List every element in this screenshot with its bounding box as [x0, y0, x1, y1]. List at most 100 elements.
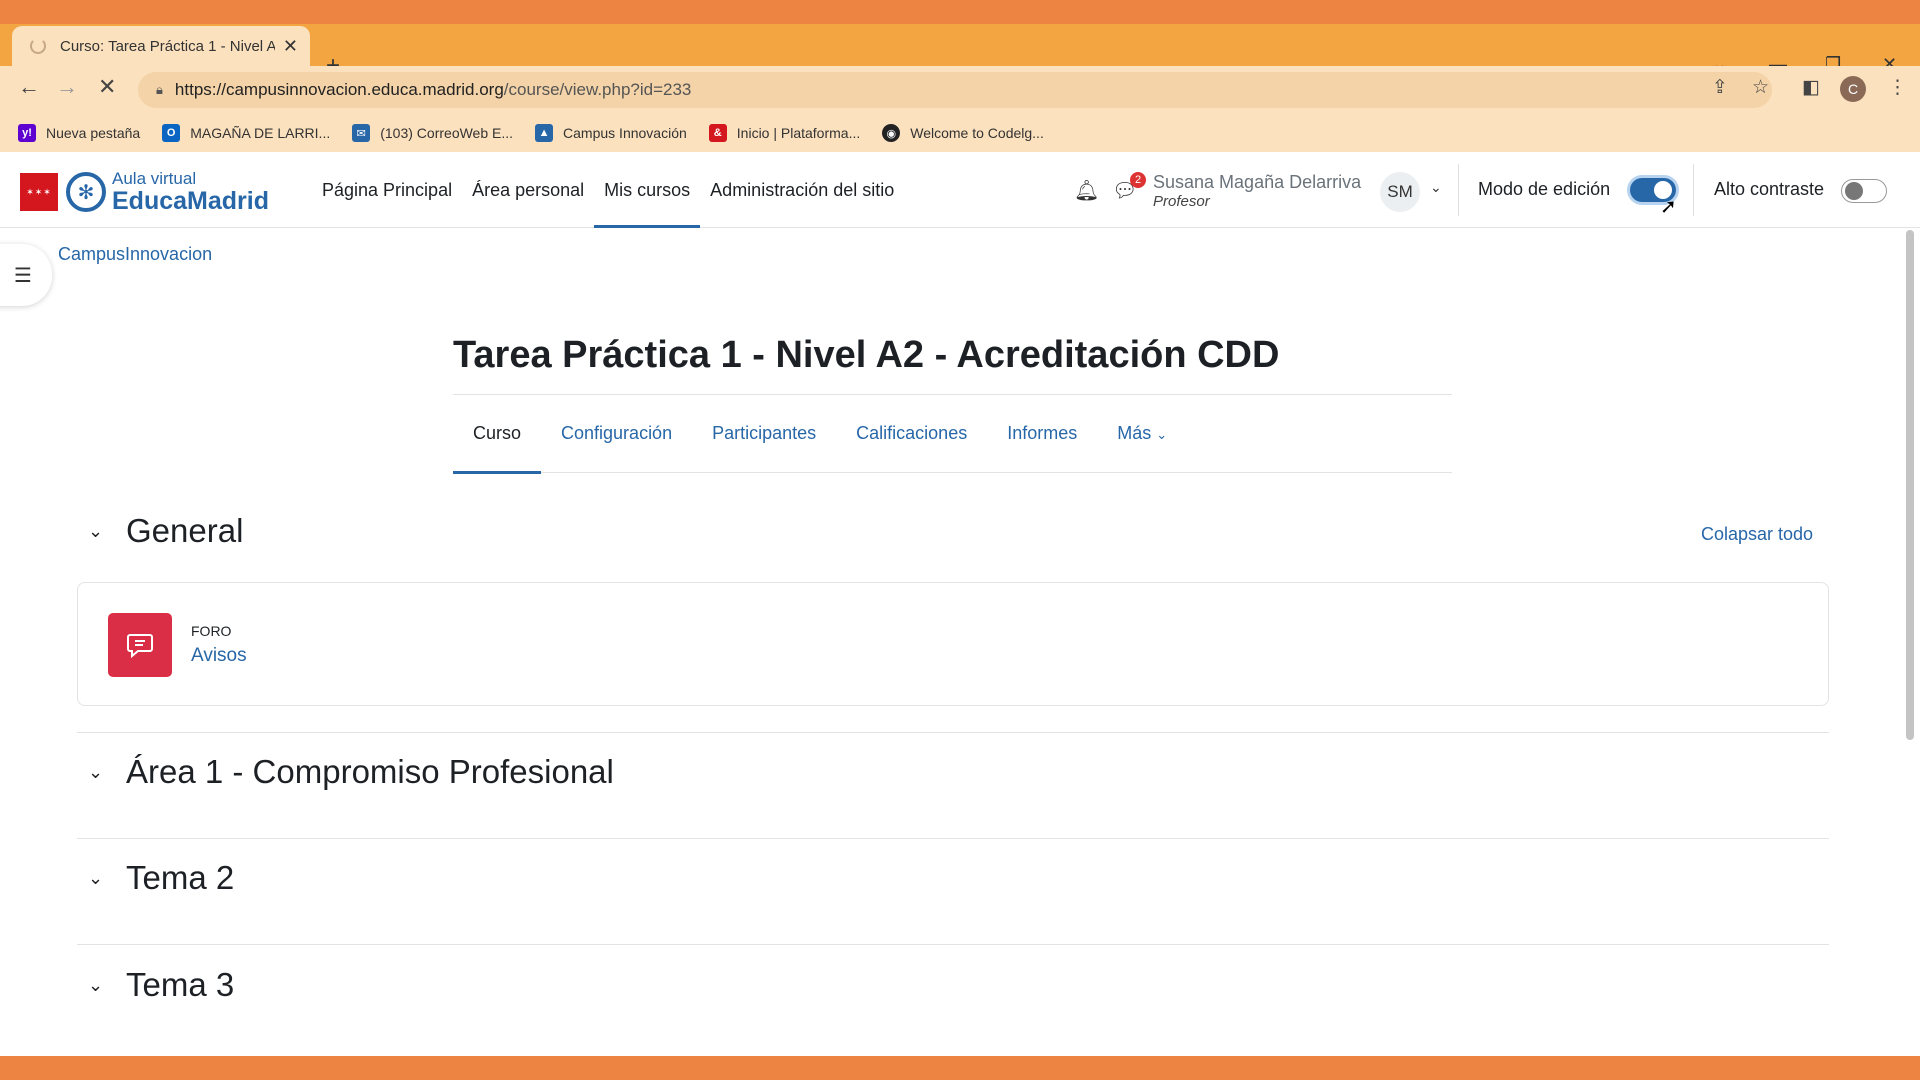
window-frame-bottom: [0, 1056, 1920, 1080]
browser-tab-active[interactable]: Curso: Tarea Práctica 1 - Nivel A2 ✕: [12, 26, 310, 66]
bookmark-label: Welcome to Codelg...: [910, 125, 1044, 141]
chevron-down-icon[interactable]: ⌄: [88, 521, 126, 542]
globe-icon: ◉: [882, 124, 901, 142]
tab-title: Curso: Tarea Práctica 1 - Nivel A2: [60, 37, 275, 55]
mail-icon: ✉: [352, 124, 371, 142]
tab-mas[interactable]: Más ⌄: [1097, 395, 1187, 473]
tab-mas-label: Más: [1117, 423, 1152, 443]
forum-icon[interactable]: [108, 613, 172, 677]
web-page: ✶✶✶ ✻ Aula virtual EducaMadrid Página Pr…: [0, 152, 1920, 1056]
section-tema2-header[interactable]: ⌄ Tema 2: [88, 859, 234, 897]
tab-configuracion[interactable]: Configuración: [541, 395, 692, 473]
tab-calificaciones[interactable]: Calificaciones: [836, 395, 987, 473]
user-role: Profesor: [1153, 192, 1210, 210]
divider: [1693, 164, 1694, 216]
nav-mis-cursos[interactable]: Mis cursos: [594, 152, 701, 228]
course-index-drawer-button[interactable]: ☰: [0, 244, 52, 306]
bookmark-label: Nueva pestaña: [46, 125, 141, 141]
browser-menu-icon[interactable]: ⋮: [1888, 76, 1907, 99]
tab-participantes[interactable]: Participantes: [692, 395, 836, 473]
bookmark-label: MAGAÑA DE LARRI...: [190, 125, 331, 141]
section-title: Área 1 - Compromiso Profesional: [126, 753, 614, 790]
window-frame-top: [0, 0, 1920, 24]
main-navigation: Página Principal Área personal Mis curso…: [312, 152, 904, 228]
divider: [1458, 164, 1459, 216]
nav-administracion[interactable]: Administración del sitio: [700, 152, 904, 228]
stop-loading-icon[interactable]: ✕: [98, 76, 116, 98]
bookmark-label: Inicio | Plataforma...: [736, 125, 861, 141]
yahoo-icon: y!: [18, 124, 36, 142]
side-panel-icon[interactable]: ◧: [1802, 76, 1820, 99]
bookmark-star-icon[interactable]: ☆: [1752, 76, 1769, 99]
tab-curso[interactable]: Curso: [453, 395, 542, 474]
forum-chat-icon: [127, 634, 153, 659]
toggle-knob: [1845, 182, 1863, 200]
bookmark-item[interactable]: & Inicio | Plataforma...: [708, 124, 861, 142]
bookmark-item[interactable]: ▲ Campus Innovación: [535, 124, 687, 142]
high-contrast-label: Alto contraste: [1714, 179, 1825, 199]
tab-close-icon[interactable]: ✕: [283, 36, 298, 57]
section-title: General: [126, 512, 244, 549]
back-arrow-icon[interactable]: ←: [18, 76, 40, 98]
url-domain: https://campusinnovacion.educa.madrid.or…: [174, 80, 504, 99]
messages-badge: 2: [1130, 172, 1146, 188]
lock-icon: 🔒︎: [156, 82, 163, 97]
section-area1-header[interactable]: ⌄ Área 1 - Compromiso Profesional: [88, 753, 614, 791]
activity-link-avisos[interactable]: Avisos: [191, 645, 247, 667]
edit-mode-label: Modo de edición: [1478, 179, 1611, 199]
logo-line-2: EducaMadrid: [112, 187, 269, 215]
activity-type-label: FORO: [191, 623, 232, 639]
avatar[interactable]: SM: [1380, 172, 1420, 212]
bookmark-item[interactable]: ✉ (103) CorreoWeb E...: [352, 124, 513, 142]
nav-pagina-principal[interactable]: Página Principal: [312, 152, 462, 228]
chevron-down-icon[interactable]: ⌄: [88, 868, 126, 889]
section-title: Tema 2: [126, 859, 235, 896]
graduation-cap-icon: ▲: [535, 124, 554, 142]
bookmark-label: Campus Innovación: [563, 125, 687, 141]
logo-line-1: Aula virtual: [112, 169, 197, 188]
outlook-icon: O: [162, 124, 181, 142]
profile-avatar[interactable]: C: [1840, 76, 1866, 102]
mouse-cursor-icon: ➚: [1660, 196, 1677, 218]
madrid-flag-icon: ✶✶✶: [20, 173, 58, 211]
chevron-down-icon[interactable]: ⌄: [1430, 179, 1442, 196]
course-secondary-nav: Curso Configuración Participantes Califi…: [453, 395, 1452, 474]
chevron-down-icon[interactable]: ⌄: [88, 975, 126, 996]
bookmark-label: (103) CorreoWeb E...: [380, 125, 514, 141]
bookmark-item[interactable]: ◉ Welcome to Codelg...: [882, 124, 1044, 142]
emblem-icon: ✻: [66, 172, 106, 212]
activity-card: FORO Avisos: [77, 582, 1829, 706]
section-general-header[interactable]: ⌄ General: [88, 512, 243, 550]
breadcrumb[interactable]: CampusInnovacion: [58, 244, 212, 265]
browser-toolbar: ← → ✕ 🔒︎ https://campusinnovacion.educa.…: [0, 66, 1920, 114]
share-icon[interactable]: ⇪: [1712, 76, 1728, 99]
section-title: Tema 3: [126, 966, 235, 1003]
tab-informes[interactable]: Informes: [987, 395, 1097, 473]
user-info[interactable]: Susana Magaña Delarriva Profesor: [1153, 172, 1361, 210]
platform-icon: &: [708, 124, 727, 142]
divider: [77, 944, 1829, 945]
bookmarks-bar: y! Nueva pestaña O MAGAÑA DE LARRI... ✉ (10…: [0, 114, 1920, 152]
forward-arrow-icon[interactable]: →: [56, 76, 78, 98]
section-tema3-header[interactable]: ⌄ Tema 3: [88, 966, 234, 1004]
divider: [77, 838, 1829, 839]
browser-tab-bar: Curso: Tarea Práctica 1 - Nivel A2 ✕ + ⌄…: [0, 24, 1920, 78]
nav-area-personal[interactable]: Área personal: [462, 152, 594, 228]
bookmark-item[interactable]: y! Nueva pestaña: [18, 124, 140, 142]
high-contrast-toggle[interactable]: [1841, 179, 1887, 203]
collapse-all-link[interactable]: Colapsar todo: [1701, 524, 1813, 545]
notification-bell-icon[interactable]: 🔔︎: [1074, 178, 1099, 203]
bookmark-item[interactable]: O MAGAÑA DE LARRI...: [162, 124, 330, 142]
address-bar[interactable]: 🔒︎ https://campusinnovacion.educa.madrid…: [138, 72, 1772, 108]
page-title: Tarea Práctica 1 - Nivel A2 - Acreditaci…: [453, 334, 1280, 376]
list-icon: ☰: [14, 264, 32, 287]
chevron-down-icon: ⌄: [1156, 427, 1168, 442]
educamadrid-logo[interactable]: ✶✶✶ ✻ Aula virtual EducaMadrid: [20, 170, 269, 214]
site-header: ✶✶✶ ✻ Aula virtual EducaMadrid Página Pr…: [0, 152, 1920, 228]
page-scrollbar[interactable]: [1906, 230, 1914, 740]
divider: [77, 732, 1829, 733]
chevron-down-icon[interactable]: ⌄: [88, 762, 126, 783]
url-path: /course/view.php?id=233: [503, 80, 692, 99]
loading-spinner-icon: [30, 38, 46, 54]
user-name: Susana Magaña Delarriva: [1153, 172, 1362, 192]
